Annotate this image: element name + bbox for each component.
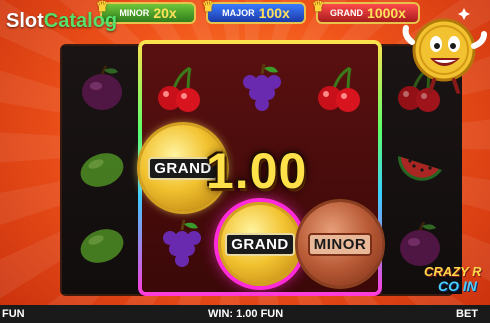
jackpot-major-multiplier: 100x [258, 5, 290, 21]
jackpot-grand-multiplier: 1000x [367, 5, 406, 21]
jackpot-minor-multiplier: 20x [153, 5, 177, 21]
win-readout: WIN: 1.00 FUN [208, 308, 284, 320]
minor-coin: MINOR [298, 202, 382, 286]
bet-label[interactable]: BET [456, 308, 478, 320]
grapes-icon [232, 60, 288, 116]
jackpot-minor-name: MINOR [119, 8, 150, 18]
grapes-icon [152, 216, 208, 272]
lime-icon [74, 216, 130, 272]
watermark-part2: Catalog [43, 10, 118, 32]
game-logo-line1: CRAZY R [424, 264, 482, 279]
cherry-icon [312, 60, 368, 116]
game-logo: CRAZY R CO IN [424, 264, 482, 294]
bottom-status-bar: FUN WIN: 1.00 FUN BET [0, 305, 490, 323]
watermelon-icon [392, 136, 448, 192]
crown-icon: ♛ [312, 0, 325, 14]
coin-label: MINOR [307, 232, 373, 256]
jackpot-grand: ♛ GRAND 1000x [312, 0, 420, 24]
crown-icon: ♛ [202, 0, 215, 14]
grand-coin-highlighted: GRAND [218, 202, 302, 286]
cherry-icon [152, 60, 208, 116]
lime-icon [74, 140, 130, 196]
jackpot-major: ♛ MAJOR 100x [202, 0, 306, 24]
win-amount-display: 1.00 [206, 143, 308, 199]
jackpot-grand-name: GRAND [330, 8, 364, 18]
jackpot-major-name: MAJOR [222, 8, 255, 18]
plum-icon [74, 60, 130, 116]
watermark-part1: Slot [6, 10, 44, 32]
coin-label: GRAND [225, 232, 295, 256]
game-logo-line2: CO IN [438, 278, 477, 294]
watermark: SlotCatalog [6, 10, 117, 33]
balance-currency: FUN [2, 308, 25, 320]
